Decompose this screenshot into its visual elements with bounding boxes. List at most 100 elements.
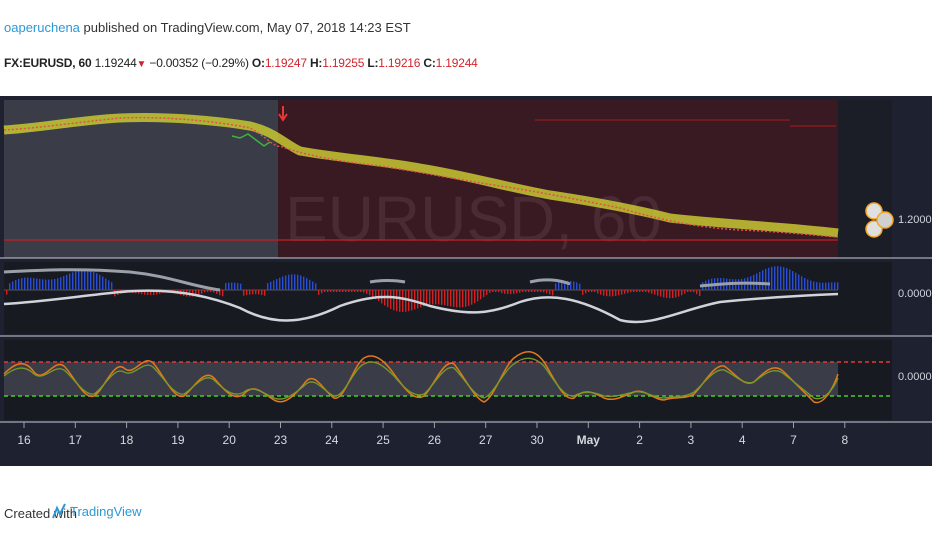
published-text: published on TradingView.com, May 07, 20… — [83, 20, 411, 35]
histogram-bar — [33, 278, 35, 290]
histogram-bar — [582, 290, 584, 295]
time-axis-label: 17 — [69, 433, 83, 447]
high-value: 1.19255 — [322, 56, 365, 70]
author-link[interactable]: oaperuchena — [4, 20, 80, 35]
time-axis-label: 26 — [428, 433, 442, 447]
histogram-bar — [756, 273, 758, 290]
histogram-bar — [252, 290, 254, 295]
histogram-bar — [48, 279, 50, 290]
histogram-bar — [621, 290, 623, 295]
histogram-bar — [303, 276, 305, 290]
histogram-bar — [579, 283, 581, 290]
histogram-bar — [378, 290, 380, 302]
histogram-bar — [204, 290, 206, 293]
histogram-bar — [258, 290, 260, 295]
histogram-bar — [699, 290, 701, 297]
flag-event-icon-3[interactable] — [876, 211, 894, 229]
histogram-bar — [351, 290, 353, 292]
histogram-bar — [531, 290, 533, 292]
histogram-bar — [618, 290, 620, 296]
histogram-bar — [306, 278, 308, 290]
symbol-label[interactable]: FX:EURUSD, 60 — [4, 56, 92, 70]
histogram-bar — [327, 290, 329, 292]
histogram-bar — [492, 290, 494, 292]
symbol-watermark: EURUSD, 60 — [285, 183, 662, 255]
histogram-bar — [693, 290, 695, 293]
histogram-bar — [333, 290, 335, 292]
histogram-bar — [636, 290, 638, 292]
last-price: 1.19244 — [94, 56, 137, 70]
histogram-bar — [69, 273, 71, 290]
footer: Created with TradingView — [0, 466, 932, 550]
histogram-bar — [285, 275, 287, 290]
time-axis-label: 24 — [325, 433, 339, 447]
stochastic-pane[interactable]: 0.0000 — [3, 340, 932, 420]
histogram-bar — [81, 270, 83, 290]
histogram-bar — [321, 290, 323, 294]
tradingview-logo[interactable]: TradingView — [52, 502, 142, 520]
histogram-bar — [255, 290, 257, 295]
histogram-bar — [822, 282, 824, 290]
stochastic-scale-label: 0.0000 — [898, 371, 932, 383]
histogram-bar — [84, 269, 86, 290]
histogram-bar — [240, 283, 242, 290]
histogram-bar — [312, 281, 314, 290]
histogram-pane[interactable]: 0.0000 — [3, 262, 932, 334]
histogram-bar — [441, 290, 443, 305]
histogram-bar — [513, 290, 515, 294]
histogram-bar — [462, 290, 464, 308]
histogram-bar — [54, 278, 56, 290]
histogram-bar — [339, 290, 341, 292]
histogram-bar — [369, 290, 371, 296]
open-label: O: — [251, 56, 265, 70]
histogram-bar — [675, 290, 677, 298]
histogram-bar — [654, 290, 656, 295]
histogram-bar — [210, 290, 212, 292]
histogram-bar — [234, 282, 236, 290]
histogram-bar — [777, 266, 779, 290]
histogram-bar — [597, 290, 599, 294]
histogram-bar — [831, 282, 833, 290]
histogram-bar — [501, 290, 503, 294]
histogram-bar — [633, 290, 635, 292]
histogram-bar — [669, 290, 671, 299]
histogram-bar — [396, 290, 398, 312]
histogram-bar — [270, 281, 272, 290]
histogram-bar — [264, 290, 266, 296]
histogram-bar — [762, 270, 764, 290]
histogram-bar — [765, 268, 767, 290]
chart-area[interactable]: EURUSD, 60 1.20000 0.0000 — [0, 96, 932, 466]
histogram-bar — [687, 290, 689, 292]
histogram-bar — [678, 290, 680, 297]
histogram-bar — [282, 276, 284, 290]
time-axis-label: 7 — [790, 433, 797, 447]
time-axis-label: 8 — [841, 433, 848, 447]
time-axis-label: 20 — [223, 433, 237, 447]
histogram-bar — [537, 290, 539, 292]
histogram-bar — [30, 277, 32, 290]
histogram-bar — [399, 290, 401, 312]
histogram-bar — [354, 290, 356, 292]
time-axis-label: 30 — [530, 433, 544, 447]
histogram-bar — [630, 290, 632, 293]
time-axis[interactable]: 16 17 18 19 20 23 24 25 26 27 30 May 2 3 4 7 8 — [17, 422, 848, 447]
low-label: L: — [367, 56, 379, 70]
histogram-bar — [111, 282, 113, 290]
histogram-bar — [834, 282, 836, 290]
histogram-bar — [522, 290, 524, 293]
histogram-bar — [792, 271, 794, 290]
time-axis-label: 18 — [120, 433, 134, 447]
histogram-bar — [639, 290, 641, 292]
chart-svg[interactable]: EURUSD, 60 1.20000 0.0000 — [0, 96, 932, 466]
time-axis-label: May — [577, 433, 601, 447]
histogram-bar — [759, 271, 761, 290]
down-arrow-icon: ▼ — [136, 59, 147, 70]
histogram-bar — [402, 290, 404, 312]
histogram-bar — [573, 281, 575, 290]
price-pane[interactable]: EURUSD, 60 1.20000 — [3, 100, 932, 258]
histogram-bar — [645, 290, 647, 293]
histogram-bar — [75, 271, 77, 290]
histogram-bar — [273, 280, 275, 290]
histogram-bar — [570, 280, 572, 290]
time-axis-label: 27 — [479, 433, 493, 447]
